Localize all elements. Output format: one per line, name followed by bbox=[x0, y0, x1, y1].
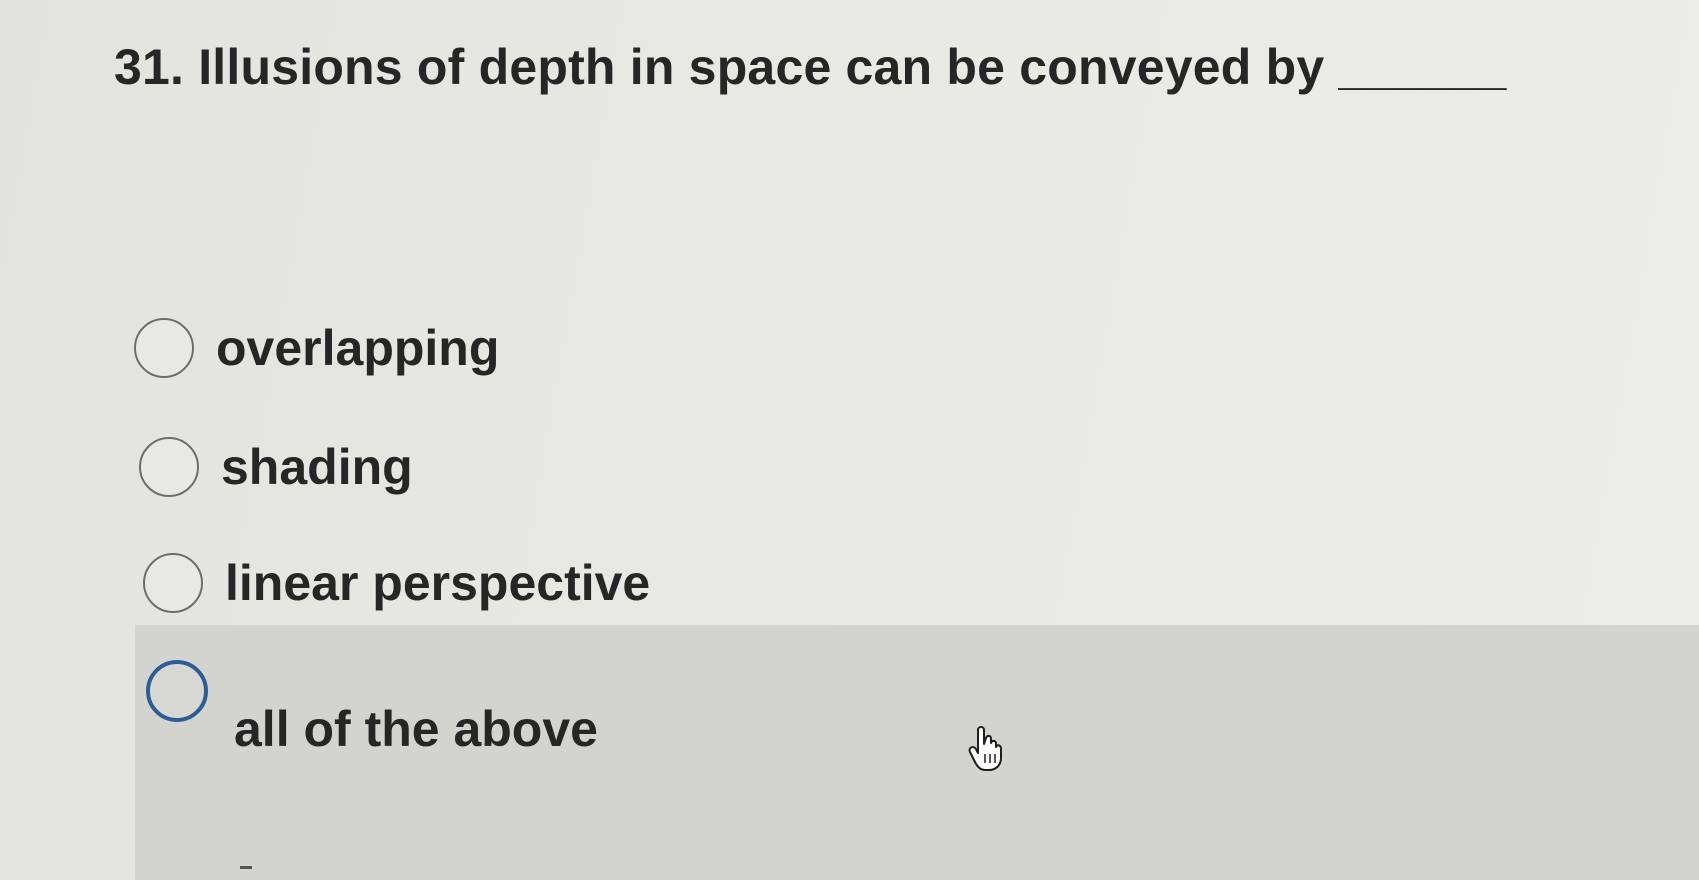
radio-button[interactable] bbox=[143, 553, 203, 613]
option-all-of-the-above[interactable]: all of the above bbox=[146, 660, 598, 758]
hand-pointer-icon bbox=[968, 726, 1002, 771]
radio-button[interactable] bbox=[146, 660, 208, 722]
option-label: all of the above bbox=[234, 701, 598, 757]
option-shading[interactable]: shading bbox=[139, 437, 413, 497]
option-label: overlapping bbox=[216, 320, 500, 376]
answer-options: overlapping shading linear perspective a… bbox=[0, 0, 1699, 880]
radio-button[interactable] bbox=[134, 318, 194, 378]
divider-mark bbox=[240, 866, 252, 869]
option-label: shading bbox=[221, 439, 413, 495]
option-label: linear perspective bbox=[225, 555, 651, 611]
option-linear-perspective[interactable]: linear perspective bbox=[143, 553, 650, 613]
option-overlapping[interactable]: overlapping bbox=[134, 318, 499, 378]
radio-button[interactable] bbox=[139, 437, 199, 497]
